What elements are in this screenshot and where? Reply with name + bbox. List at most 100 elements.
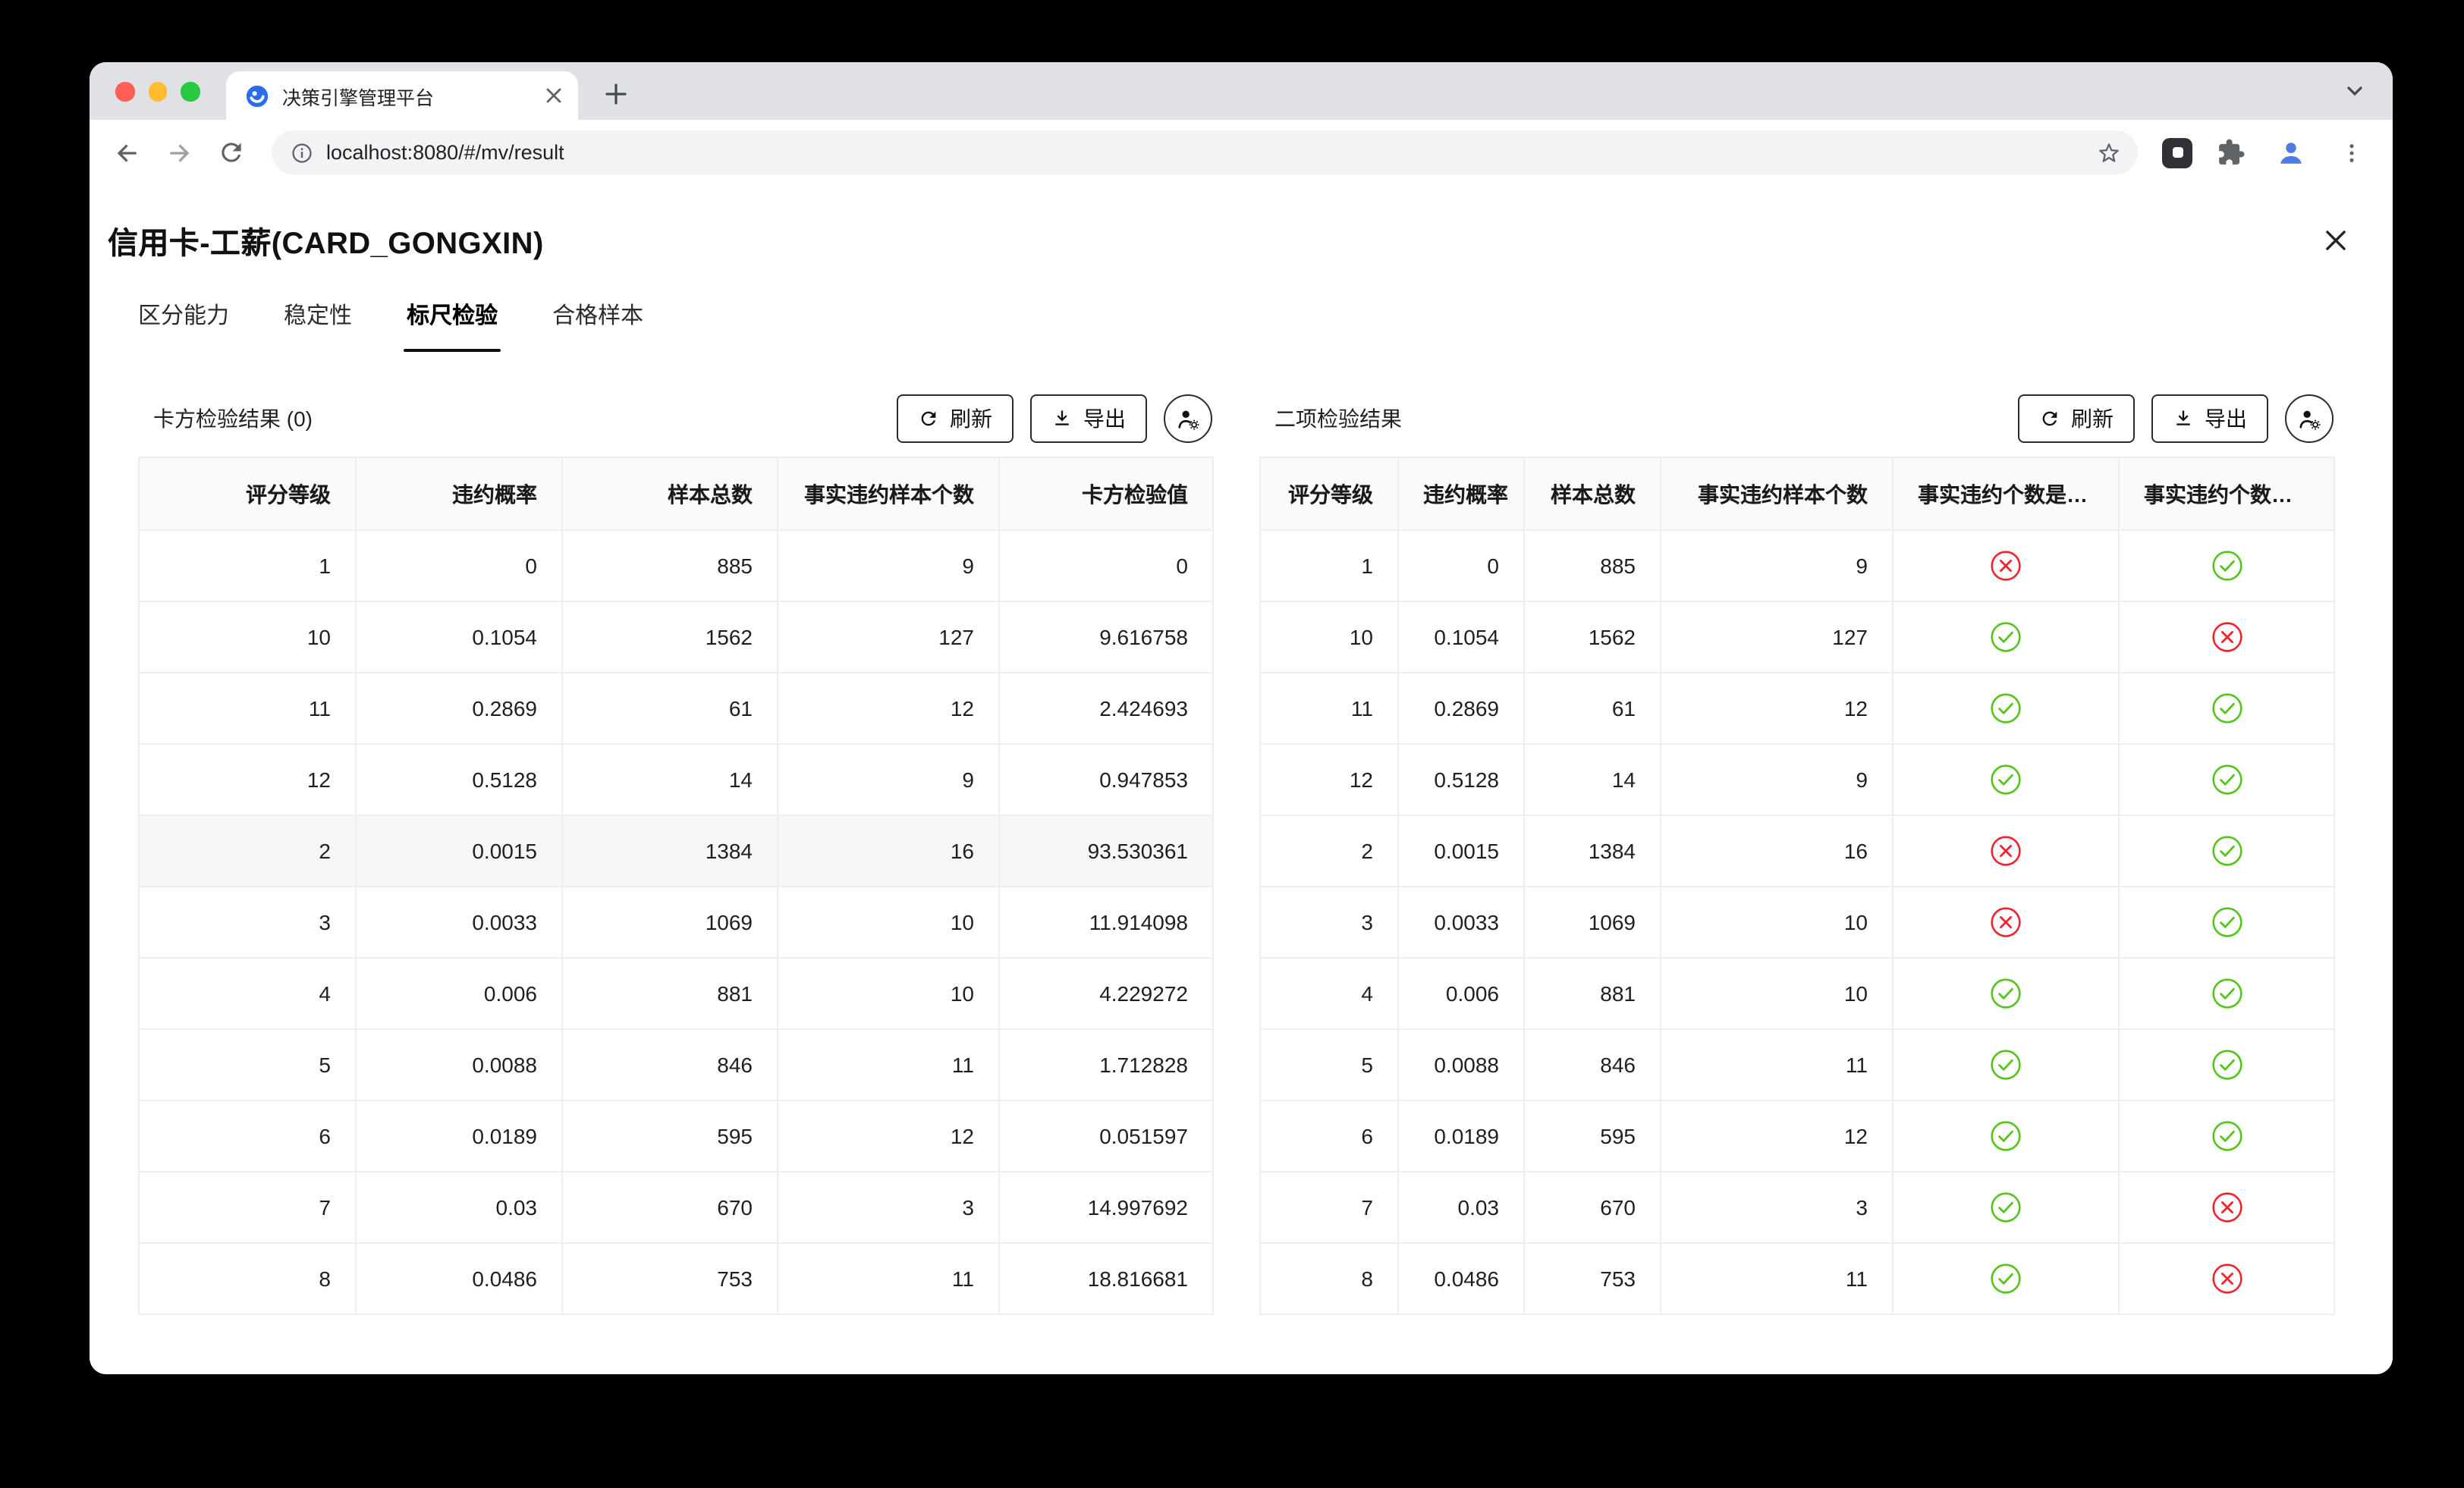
check-circle-icon <box>1989 1191 2022 1224</box>
table-row[interactable]: 80.048675311 <box>1260 1243 2334 1314</box>
chi-square-actions: 刷新 导出 <box>897 394 1214 443</box>
table-row[interactable]: 80.04867531118.816681 <box>139 1243 1213 1314</box>
table-row[interactable]: 30.0033106910 <box>1260 887 2334 958</box>
site-info-icon[interactable] <box>290 140 314 165</box>
forward-button[interactable] <box>156 130 202 175</box>
table-cell: 595 <box>1524 1100 1661 1172</box>
bookmark-star-icon[interactable] <box>2095 139 2123 166</box>
refresh-label: 刷新 <box>950 403 992 434</box>
table-row[interactable]: 110.286961122.424693 <box>139 673 1213 744</box>
export-button[interactable]: 导出 <box>2151 394 2268 443</box>
user-settings-icon <box>1175 406 1201 432</box>
table-row[interactable]: 30.003310691011.914098 <box>139 887 1213 958</box>
table-row[interactable]: 60.018959512 <box>1260 1100 2334 1172</box>
close-window-button[interactable] <box>115 82 134 101</box>
table-row[interactable]: 50.0088846111.712828 <box>139 1029 1213 1100</box>
page-title: 信用卡-工薪(CARD_GONGXIN) <box>108 218 544 262</box>
check-circle-icon <box>1989 1048 2022 1081</box>
kebab-menu-icon <box>2340 140 2364 165</box>
table-cell: 0.0015 <box>356 815 562 887</box>
profile-button[interactable] <box>2268 130 2314 175</box>
table-row[interactable]: 120.5128149 <box>1260 744 2334 815</box>
table-cell: 0 <box>1398 530 1524 601</box>
tab-qualified-sample[interactable]: 合格样本 <box>549 293 646 352</box>
browser-tab[interactable]: 决策引擎管理平台 <box>226 71 578 120</box>
table-cell: 127 <box>1661 601 1893 673</box>
table-cell: 9 <box>778 744 999 815</box>
minimize-window-button[interactable] <box>148 82 167 101</box>
table-cell: 4.229272 <box>999 958 1213 1029</box>
table-row[interactable]: 1088590 <box>139 530 1213 601</box>
table-cell: 0.0033 <box>1398 887 1524 958</box>
check-circle-icon <box>2210 1048 2243 1081</box>
table-row[interactable]: 110.28696112 <box>1260 673 2334 744</box>
column-settings-button[interactable] <box>2285 394 2334 443</box>
url-text[interactable]: localhost:8080/#/mv/result <box>326 141 2083 164</box>
close-panel-button[interactable] <box>2317 222 2353 259</box>
table-cell: 11.914098 <box>999 887 1213 958</box>
table-cell: 2.424693 <box>999 673 1213 744</box>
table-cell: 753 <box>562 1243 778 1314</box>
table-row[interactable]: 40.00688110 <box>1260 958 2334 1029</box>
pass-icon-cell <box>1893 744 2119 815</box>
table-cell: 61 <box>562 673 778 744</box>
refresh-button[interactable]: 刷新 <box>897 394 1014 443</box>
address-bar[interactable]: localhost:8080/#/mv/result <box>272 130 2138 174</box>
table-cell: 846 <box>562 1029 778 1100</box>
table-row[interactable]: 20.0015138416 <box>1260 815 2334 887</box>
result-tabs: 区分能力 稳定性 标尺检验 合格样本 <box>135 293 2393 352</box>
refresh-icon <box>918 408 939 429</box>
pass-icon-cell <box>1893 1029 2119 1100</box>
tab-stability[interactable]: 稳定性 <box>281 293 355 352</box>
extensions-menu-button[interactable] <box>2208 130 2253 175</box>
binomial-panel-header: 二项检验结果 刷新 导出 <box>1259 394 2335 443</box>
table-row[interactable]: 60.0189595120.051597 <box>139 1100 1213 1172</box>
table-row[interactable]: 20.001513841693.530361 <box>139 815 1213 887</box>
reload-button[interactable] <box>208 130 253 175</box>
pass-icon-cell <box>2119 1100 2334 1172</box>
extension-icon[interactable] <box>2162 137 2192 168</box>
browser-window: 决策引擎管理平台 <box>90 62 2393 1374</box>
column-header: 评分等级 <box>139 457 356 530</box>
table-cell: 4 <box>139 958 356 1029</box>
zoom-window-button[interactable] <box>181 82 200 101</box>
table-row[interactable]: 70.036703 <box>1260 1172 2334 1243</box>
column-settings-button[interactable] <box>1164 394 1212 443</box>
refresh-button[interactable]: 刷新 <box>2018 394 2135 443</box>
table-cell: 885 <box>1524 530 1661 601</box>
table-cell: 1 <box>1260 530 1398 601</box>
check-circle-icon <box>2210 692 2243 725</box>
table-cell: 0.006 <box>1398 958 1524 1029</box>
table-header-row: 评分等级违约概率样本总数事实违约样本个数卡方检验值 <box>139 457 1213 530</box>
table-row[interactable]: 40.006881104.229272 <box>139 958 1213 1029</box>
chevron-down-icon <box>2346 82 2364 100</box>
browser-menu-button[interactable] <box>2329 130 2374 175</box>
table-cell: 6 <box>1260 1100 1398 1172</box>
export-button[interactable]: 导出 <box>1030 394 1147 443</box>
table-cell: 11 <box>139 673 356 744</box>
table-cell: 2 <box>139 815 356 887</box>
table-row[interactable]: 70.03670314.997692 <box>139 1172 1213 1243</box>
refresh-icon <box>2039 408 2060 429</box>
tab-discrimination[interactable]: 区分能力 <box>135 293 232 352</box>
tab-search-button[interactable] <box>2338 74 2371 108</box>
table-row[interactable]: 108859 <box>1260 530 2334 601</box>
pass-icon-cell <box>2119 530 2334 601</box>
table-cell: 12 <box>1661 673 1893 744</box>
table-row[interactable]: 100.10541562127 <box>1260 601 2334 673</box>
pass-icon-cell <box>1893 1172 2119 1243</box>
tab-close-icon[interactable] <box>542 83 566 108</box>
table-cell: 0.5128 <box>356 744 562 815</box>
export-label: 导出 <box>2205 403 2247 434</box>
new-tab-button[interactable] <box>596 74 636 114</box>
table-cell: 11 <box>778 1243 999 1314</box>
check-circle-icon <box>1989 1119 2022 1153</box>
check-circle-icon <box>1989 763 2022 796</box>
table-cell: 595 <box>562 1100 778 1172</box>
tab-scale-test[interactable]: 标尺检验 <box>404 293 501 352</box>
back-button[interactable] <box>105 130 150 175</box>
table-row[interactable]: 120.51281490.947853 <box>139 744 1213 815</box>
table-cell: 0.03 <box>356 1172 562 1243</box>
table-row[interactable]: 50.008884611 <box>1260 1029 2334 1100</box>
table-row[interactable]: 100.105415621279.616758 <box>139 601 1213 673</box>
